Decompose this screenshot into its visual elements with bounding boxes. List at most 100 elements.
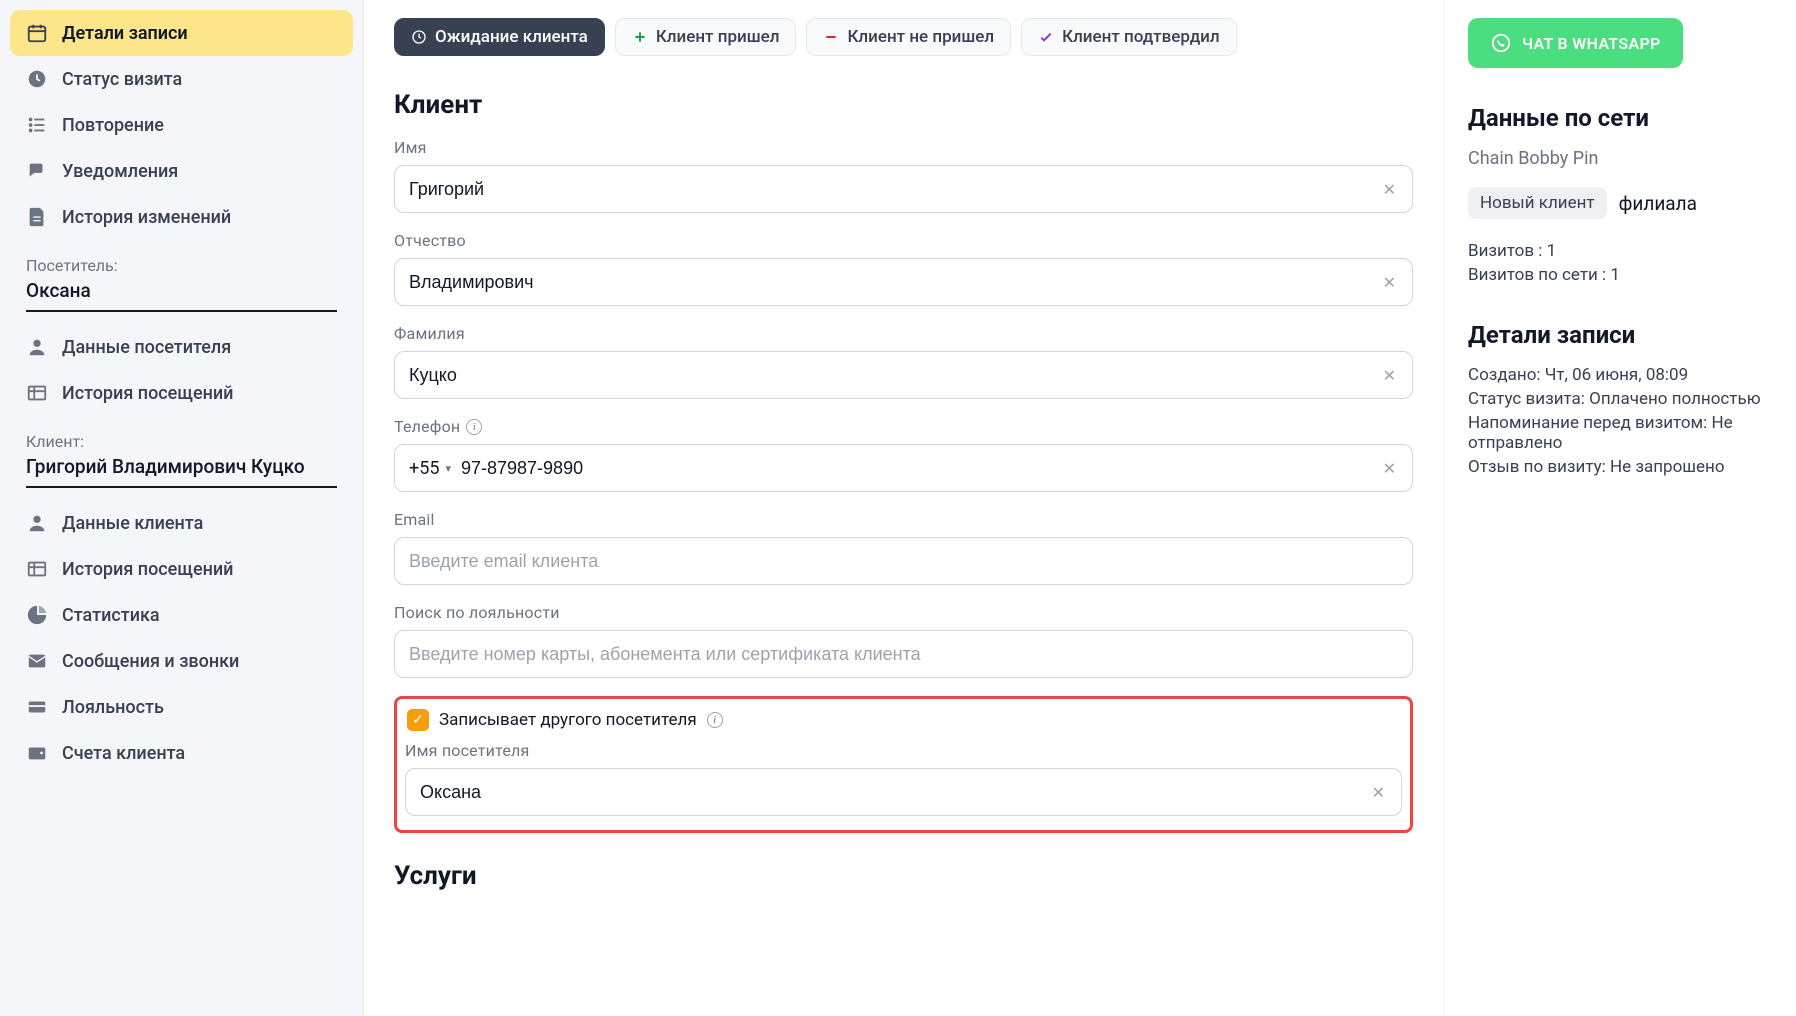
- patronymic-input[interactable]: [409, 259, 1377, 305]
- minus-icon: [823, 29, 839, 45]
- visitor-name-input[interactable]: [420, 769, 1366, 815]
- status-confirmed-button[interactable]: Клиент подтвердил: [1021, 18, 1237, 56]
- sidebar-item-loyalty[interactable]: Лояльность: [10, 684, 353, 730]
- sidebar-item-label: Статус визита: [62, 69, 182, 90]
- sidebar-item-statistics[interactable]: Статистика: [10, 592, 353, 638]
- sidebar-item-label: История посещений: [62, 383, 233, 404]
- phone-input[interactable]: [461, 445, 1377, 491]
- clear-icon[interactable]: ✕: [1377, 455, 1402, 482]
- patronymic-label: Отчество: [394, 231, 1413, 250]
- card-icon: [26, 696, 48, 718]
- sidebar: Детали записи Статус визита Повторение У…: [0, 0, 363, 1016]
- pill-label: Клиент подтвердил: [1062, 27, 1220, 47]
- sidebar-item-label: История посещений: [62, 559, 233, 580]
- chain-name: Chain Bobby Pin: [1468, 148, 1772, 169]
- network-visits-count: Визитов по сети : 1: [1468, 265, 1772, 285]
- phone-prefix-select[interactable]: +55 ▾: [409, 458, 461, 479]
- details-heading: Детали записи: [1468, 321, 1772, 349]
- sidebar-item-label: Статистика: [62, 605, 160, 626]
- services-heading: Услуги: [394, 861, 1413, 891]
- patronymic-input-group: ✕: [394, 258, 1413, 306]
- network-heading: Данные по сети: [1468, 104, 1772, 132]
- loyalty-label: Поиск по лояльности: [394, 603, 1413, 622]
- clock-icon: [411, 29, 427, 45]
- sidebar-item-label: Данные клиента: [62, 513, 203, 534]
- right-panel: ЧАТ В WHATSAPP Данные по сети Chain Bobb…: [1444, 0, 1796, 1016]
- pill-label: Клиент не пришел: [847, 27, 994, 47]
- sidebar-item-label: Уведомления: [62, 161, 178, 182]
- sidebar-item-label: Повторение: [62, 115, 164, 136]
- email-input-group: [394, 537, 1413, 585]
- sidebar-item-visitor-data[interactable]: Данные посетителя: [10, 324, 353, 370]
- info-icon[interactable]: i: [466, 419, 482, 435]
- calendar-icon: [26, 22, 48, 44]
- wallet-icon: [26, 742, 48, 764]
- chevron-down-icon: ▾: [445, 462, 451, 475]
- user-icon: [26, 512, 48, 534]
- sidebar-item-repeat[interactable]: Повторение: [10, 102, 353, 148]
- sidebar-item-visitor-history[interactable]: История посещений: [10, 370, 353, 416]
- visits-count: Визитов : 1: [1468, 241, 1772, 261]
- sidebar-item-client-data[interactable]: Данные клиента: [10, 500, 353, 546]
- sidebar-item-status[interactable]: Статус визита: [10, 56, 353, 102]
- status-arrived-button[interactable]: Клиент пришел: [615, 18, 797, 56]
- sidebar-item-label: История изменений: [62, 207, 231, 228]
- whatsapp-button[interactable]: ЧАТ В WHATSAPP: [1468, 18, 1683, 68]
- clear-icon[interactable]: ✕: [1377, 176, 1402, 203]
- envelope-icon: [26, 650, 48, 672]
- sidebar-item-history[interactable]: История изменений: [10, 194, 353, 240]
- other-visitor-checkbox[interactable]: ✓: [407, 709, 429, 731]
- main-content: Ожидание клиента Клиент пришел Клиент не…: [364, 0, 1444, 1016]
- new-client-badge: Новый клиент: [1468, 187, 1607, 219]
- status-noshow-button[interactable]: Клиент не пришел: [806, 18, 1011, 56]
- loyalty-input-group: [394, 630, 1413, 678]
- whatsapp-label: ЧАТ В WHATSAPP: [1522, 34, 1661, 53]
- phone-input-group: +55 ▾ ✕: [394, 444, 1413, 492]
- client-value: Григорий Владимирович Куцко: [10, 455, 353, 486]
- sidebar-item-notifications[interactable]: Уведомления: [10, 148, 353, 194]
- email-input[interactable]: [409, 538, 1402, 584]
- whatsapp-icon: [1490, 32, 1512, 54]
- table-icon: [26, 558, 48, 580]
- other-visitor-box: ✓ Записывает другого посетителя i Имя по…: [394, 696, 1413, 833]
- clear-icon[interactable]: ✕: [1377, 269, 1402, 296]
- sidebar-item-label: Детали записи: [62, 23, 188, 44]
- sidebar-item-client-history[interactable]: История посещений: [10, 546, 353, 592]
- sidebar-item-accounts[interactable]: Счета клиента: [10, 730, 353, 776]
- clear-icon[interactable]: ✕: [1377, 362, 1402, 389]
- info-icon[interactable]: i: [707, 712, 723, 728]
- branch-suffix: филиала: [1619, 192, 1697, 215]
- loyalty-input[interactable]: [409, 631, 1402, 677]
- email-label: Email: [394, 510, 1413, 529]
- visit-status-value: Статус визита: Оплачено полностью: [1468, 389, 1772, 409]
- visitor-section-label: Посетитель:: [10, 240, 353, 279]
- status-waiting-button[interactable]: Ожидание клиента: [394, 18, 605, 56]
- pill-label: Клиент пришел: [656, 27, 780, 47]
- name-input[interactable]: [409, 166, 1377, 212]
- reminder-value: Напоминание перед визитом: Не отправлено: [1468, 413, 1772, 453]
- check-icon: [1038, 29, 1054, 45]
- surname-input[interactable]: [409, 352, 1377, 398]
- file-icon: [26, 206, 48, 228]
- clock-icon: [26, 68, 48, 90]
- list-icon: [26, 114, 48, 136]
- status-row: Ожидание клиента Клиент пришел Клиент не…: [394, 18, 1413, 56]
- sidebar-item-label: Счета клиента: [62, 743, 185, 764]
- sidebar-item-label: Лояльность: [62, 697, 164, 718]
- visitor-name-input-group: ✕: [405, 768, 1402, 816]
- surname-label: Фамилия: [394, 324, 1413, 343]
- table-icon: [26, 382, 48, 404]
- visitor-value: Оксана: [10, 279, 353, 310]
- pie-icon: [26, 604, 48, 626]
- sidebar-item-label: Данные посетителя: [62, 337, 231, 358]
- name-label: Имя: [394, 138, 1413, 157]
- clear-icon[interactable]: ✕: [1366, 779, 1391, 806]
- sidebar-item-messages[interactable]: Сообщения и звонки: [10, 638, 353, 684]
- client-heading: Клиент: [394, 90, 1413, 120]
- sidebar-item-label: Сообщения и звонки: [62, 651, 239, 672]
- sidebar-item-details[interactable]: Детали записи: [10, 10, 353, 56]
- name-input-group: ✕: [394, 165, 1413, 213]
- review-value: Отзыв по визиту: Не запрошено: [1468, 457, 1772, 477]
- plus-icon: [632, 29, 648, 45]
- pill-label: Ожидание клиента: [435, 27, 588, 47]
